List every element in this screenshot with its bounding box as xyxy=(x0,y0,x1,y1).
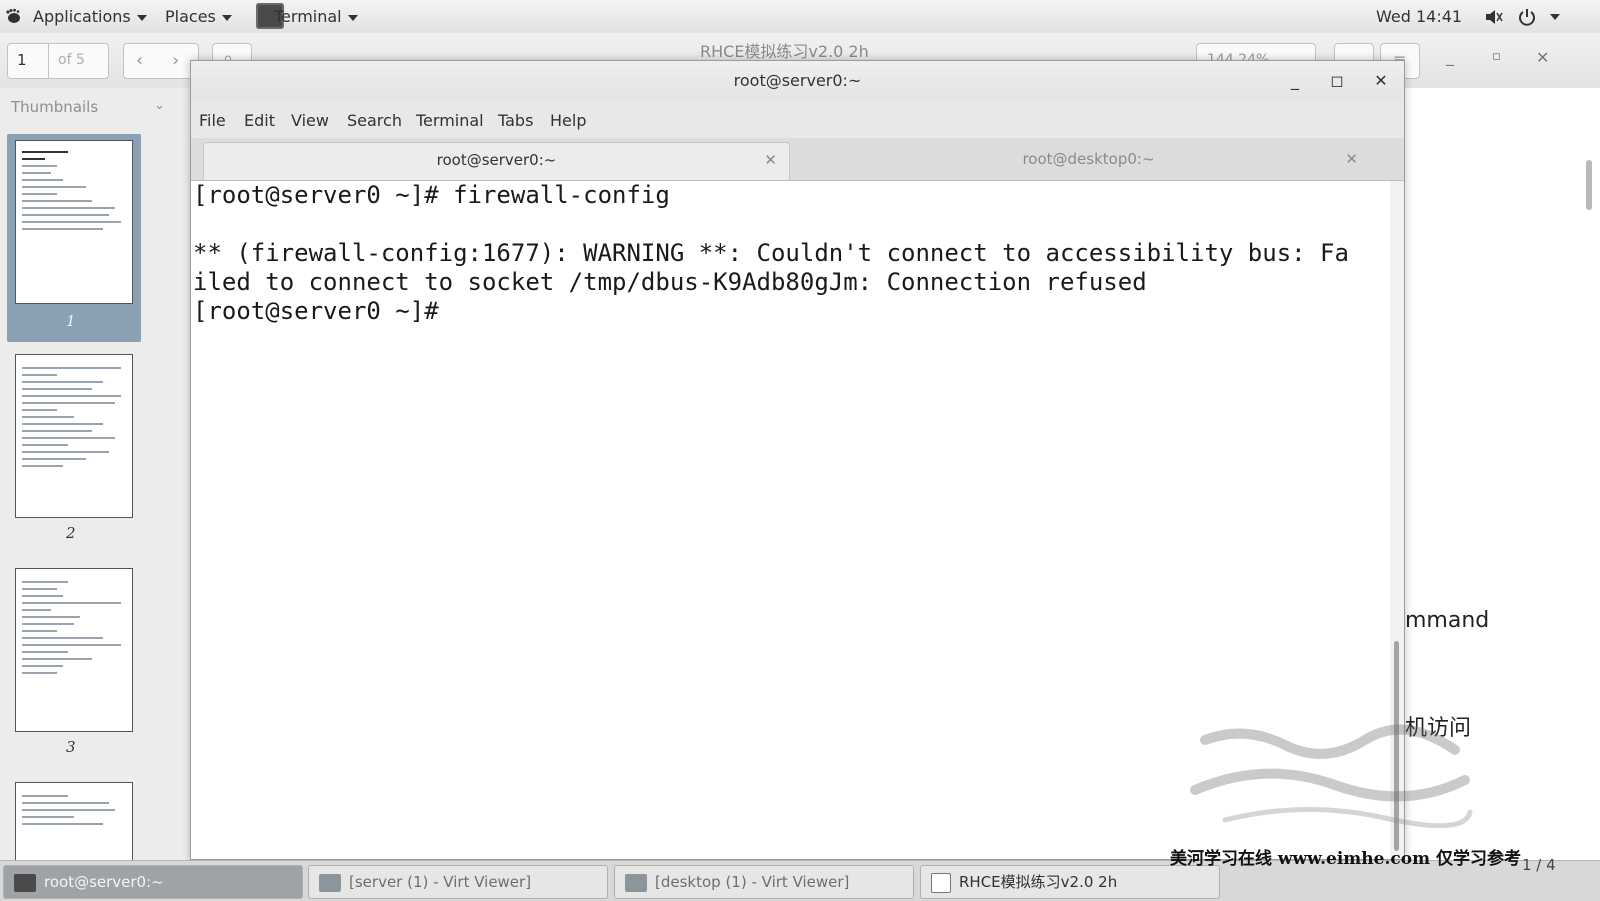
applications-menu[interactable]: Applications xyxy=(33,0,147,33)
tab-server0[interactable]: root@server0:~ ✕ xyxy=(203,142,790,180)
terminal-prompt-line: [root@server0 ~]# xyxy=(193,297,454,325)
viewer-minimize-icon[interactable]: _ xyxy=(1446,47,1454,66)
tab-label: root@desktop0:~ xyxy=(1022,150,1155,168)
terminal-line: ** (firewall-config:1677): WARNING **: C… xyxy=(193,239,1349,267)
terminal-menubar: File Edit View Search Terminal Tabs Help xyxy=(191,101,1404,138)
taskbar-item-label: [server (1) - Virt Viewer] xyxy=(349,873,532,891)
monitor-icon xyxy=(625,873,647,892)
system-menu-chevron-icon[interactable] xyxy=(1550,14,1560,20)
chevron-down-icon: ⌄ xyxy=(154,98,165,113)
menu-edit[interactable]: Edit xyxy=(244,111,275,130)
sidebar-selector[interactable]: Thumbnails ⌄ xyxy=(11,98,165,116)
app-menu-label: Terminal xyxy=(274,7,342,26)
page-indicator: 1 / 4 xyxy=(1522,856,1556,874)
maximize-icon[interactable]: ◻ xyxy=(1324,69,1350,93)
top-bar: Applications Places Terminal Wed 14:41 xyxy=(0,0,1600,34)
viewer-maximize-icon[interactable]: ▫ xyxy=(1492,49,1501,64)
thumbnail-label: 2 xyxy=(66,524,76,542)
taskbar-item-desktop-viewer[interactable]: [desktop (1) - Virt Viewer] xyxy=(614,865,914,899)
terminal-line: [root@server0 ~]# firewall-config xyxy=(193,181,670,209)
taskbar-item-label: [desktop (1) - Virt Viewer] xyxy=(655,873,850,891)
taskbar-item-terminal[interactable]: root@server0:~ xyxy=(3,865,303,899)
terminal-icon xyxy=(14,873,36,892)
doc-text-fragment: mmand xyxy=(1405,608,1490,633)
tab-desktop0[interactable]: root@desktop0:~ ✕ xyxy=(791,142,1386,180)
watermark-logo xyxy=(1190,724,1473,829)
close-tab-icon[interactable]: ✕ xyxy=(764,143,777,177)
viewer-window-title: RHCE模拟练习v2.0 2h xyxy=(700,42,869,61)
chevron-down-icon xyxy=(136,14,147,21)
menu-tabs[interactable]: Tabs xyxy=(498,111,533,130)
page-nav-group: ‹ › xyxy=(123,43,199,79)
terminal-tabbar: root@server0:~ ✕ root@desktop0:~ ✕ xyxy=(191,138,1404,181)
page-entry[interactable]: 1 of 5 xyxy=(7,43,109,79)
thumbnails-sidebar: Thumbnails ⌄ 1 2 3 xyxy=(0,88,191,862)
chevron-down-icon xyxy=(347,14,358,21)
viewer-close-icon[interactable]: ✕ xyxy=(1536,48,1549,67)
close-tab-icon[interactable]: ✕ xyxy=(1345,142,1358,176)
previous-page-icon[interactable]: ‹ xyxy=(136,50,143,71)
taskbar-item-label: root@server0:~ xyxy=(44,873,164,891)
applications-label: Applications xyxy=(33,7,131,26)
tab-label: root@server0:~ xyxy=(436,151,557,169)
minimize-icon[interactable]: _ xyxy=(1282,69,1308,93)
document-scrollbar[interactable] xyxy=(1586,160,1592,210)
menu-search[interactable]: Search xyxy=(347,111,402,130)
page-thumbnail-2[interactable] xyxy=(15,354,133,518)
sidebar-label: Thumbnails xyxy=(11,98,99,116)
chevron-down-icon xyxy=(221,14,232,21)
monitor-icon xyxy=(319,873,341,892)
page-thumbnail-4[interactable] xyxy=(15,782,133,862)
power-icon[interactable] xyxy=(1517,7,1537,27)
menu-file[interactable]: File xyxy=(199,111,226,130)
divider xyxy=(48,44,49,78)
page-count: of 5 xyxy=(58,52,85,68)
places-menu[interactable]: Places xyxy=(165,0,232,33)
terminal-line: iled to connect to socket /tmp/dbus-K9Ad… xyxy=(193,268,1147,296)
thumbnail-label: 1 xyxy=(66,312,76,330)
taskbar-item-document-viewer[interactable]: RHCE模拟练习v2.0 2h xyxy=(920,865,1220,899)
clock[interactable]: Wed 14:41 xyxy=(1376,0,1462,33)
app-menu[interactable]: Terminal xyxy=(274,0,358,33)
close-icon[interactable]: ✕ xyxy=(1368,69,1394,93)
next-page-icon[interactable]: › xyxy=(172,50,179,71)
thumbnail-label: 3 xyxy=(66,738,76,756)
terminal-window-title: root@server0:~ xyxy=(733,71,862,90)
menu-view[interactable]: View xyxy=(291,111,329,130)
menu-help[interactable]: Help xyxy=(550,111,586,130)
taskbar-item-server-viewer[interactable]: [server (1) - Virt Viewer] xyxy=(308,865,608,899)
document-icon xyxy=(931,872,951,893)
terminal-titlebar[interactable]: root@server0:~ _ ◻ ✕ xyxy=(191,61,1404,101)
places-label: Places xyxy=(165,7,216,26)
page-thumbnail-1[interactable] xyxy=(15,140,133,304)
watermark-text: 美河学习在线 www.eimhe.com 仅学习参考 xyxy=(1170,849,1521,869)
gnome-foot-icon xyxy=(6,8,20,23)
page-number[interactable]: 1 xyxy=(17,51,27,69)
taskbar-item-label: RHCE模拟练习v2.0 2h xyxy=(959,873,1118,891)
menu-terminal[interactable]: Terminal xyxy=(416,111,484,130)
volume-icon[interactable] xyxy=(1484,7,1504,27)
page-thumbnail-3[interactable] xyxy=(15,568,133,732)
